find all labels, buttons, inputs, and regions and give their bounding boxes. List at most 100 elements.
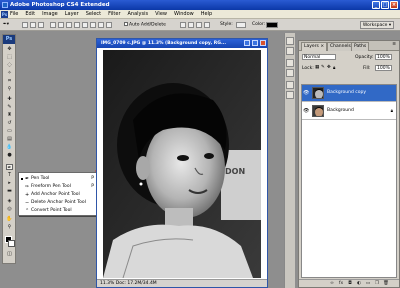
move-tool-icon[interactable]: ✥ — [6, 46, 13, 52]
layer-style-icon[interactable]: fx — [338, 281, 344, 286]
paths-icon[interactable] — [30, 22, 36, 28]
lock-transparent-icon[interactable]: ▦ — [315, 65, 319, 70]
brush-tool-icon[interactable]: ✎ — [6, 104, 13, 110]
opacity-value: 100% — [375, 54, 392, 60]
3d-rotate-tool-icon[interactable]: ◈ — [6, 198, 13, 204]
close-button[interactable]: × — [390, 1, 398, 9]
dodge-tool-icon[interactable]: ● — [6, 152, 13, 158]
maximize-button[interactable]: □ — [381, 1, 389, 9]
auto-add-delete-checkbox[interactable]: Auto Add/Delete — [124, 22, 166, 28]
lasso-tool-icon[interactable]: ◌ — [6, 62, 13, 68]
menu-file[interactable]: File — [10, 11, 18, 17]
polygon-icon[interactable] — [90, 22, 96, 28]
opacity-input[interactable]: 100% — [375, 54, 392, 60]
menu-window[interactable]: Window — [174, 11, 194, 17]
pen-tool-icon[interactable]: ✒ — [6, 164, 13, 171]
tab-layers[interactable]: Layers × — [301, 42, 328, 51]
photo-canvas[interactable]: DON — [103, 50, 261, 278]
menu-view[interactable]: View — [155, 11, 167, 17]
visibility-eye-icon[interactable]: 👁︎ — [303, 108, 309, 114]
color-label: Color: — [252, 22, 266, 27]
custom-shape-icon[interactable] — [106, 22, 112, 28]
freeform-pen-icon[interactable] — [58, 22, 64, 28]
hand-tool-icon[interactable]: ✋ — [6, 216, 13, 222]
minimize-button[interactable]: _ — [372, 1, 380, 9]
menu-item-delete-anchor-point-tool[interactable]: − Delete Anchor Point Tool — [19, 199, 97, 207]
layer-row-background-copy[interactable]: 👁︎ Background copy — [302, 85, 396, 102]
gradient-tool-icon[interactable]: ▤ — [6, 136, 13, 142]
color-swatch[interactable] — [266, 22, 278, 28]
quick-mask-icon[interactable]: ◫ — [6, 251, 13, 257]
lock-all-icon[interactable]: 🔒︎ — [333, 65, 335, 71]
doc-maximize-button[interactable] — [252, 40, 258, 46]
layer-row-background[interactable]: 👁︎ Background 🔒︎ — [302, 103, 396, 120]
exclude-icon[interactable] — [204, 22, 210, 28]
histogram-panel-icon[interactable] — [286, 47, 294, 55]
eyedropper-tool-icon[interactable]: ⚲ — [6, 86, 13, 92]
healing-brush-tool-icon[interactable]: ✚ — [6, 96, 13, 102]
menu-layer[interactable]: Layer — [65, 11, 79, 17]
adjustment-layer-icon[interactable]: ◐ — [356, 281, 362, 286]
ellipse-icon[interactable] — [82, 22, 88, 28]
shape-tool-icon[interactable]: ▬ — [6, 188, 13, 194]
new-layer-icon[interactable]: ❐ — [374, 281, 380, 286]
navigator-panel-icon[interactable] — [286, 37, 294, 45]
delete-layer-icon[interactable]: 🗑︎ — [383, 281, 389, 286]
clone-stamp-tool-icon[interactable]: ♜ — [6, 112, 13, 118]
doc-minimize-button[interactable] — [244, 40, 250, 46]
rectangle-icon[interactable] — [66, 22, 72, 28]
adjustments-panel-icon[interactable] — [286, 81, 294, 89]
fill-pixels-icon[interactable] — [38, 22, 44, 28]
3d-orbit-tool-icon[interactable]: ◎ — [6, 206, 13, 212]
tab-channels[interactable]: Channels — [327, 42, 354, 51]
line-icon[interactable] — [98, 22, 104, 28]
link-layers-icon[interactable]: ∞ — [329, 281, 335, 286]
color-panel-icon[interactable] — [286, 59, 294, 67]
path-selection-tool-icon[interactable]: ▸ — [6, 180, 13, 186]
ps-menu-logo: Ps — [1, 11, 8, 18]
rounded-rectangle-icon[interactable] — [74, 22, 80, 28]
menu-item-convert-point-tool[interactable]: ⌃ Convert Point Tool — [19, 207, 97, 215]
fill-input[interactable]: 100% — [375, 65, 392, 71]
combine-icon[interactable] — [180, 22, 186, 28]
subtract-icon[interactable] — [188, 22, 194, 28]
menu-image[interactable]: Image — [42, 11, 58, 17]
shape-layers-icon[interactable] — [22, 22, 28, 28]
background-color-swatch[interactable] — [8, 240, 15, 247]
new-group-icon[interactable]: ▭ — [365, 281, 371, 286]
menu-edit[interactable]: Edit — [25, 11, 35, 17]
quick-select-tool-icon[interactable]: ✧ — [6, 70, 13, 76]
lock-icon: 🔒︎ — [390, 109, 393, 114]
blur-tool-icon[interactable]: 💧 — [6, 144, 13, 150]
pen-tool-preset-icon[interactable]: ✒▾ — [3, 22, 9, 27]
menu-item-freeform-pen-tool[interactable]: ✑ Freeform Pen Tool P — [19, 183, 97, 191]
pen-icon[interactable] — [50, 22, 56, 28]
eraser-tool-icon[interactable]: ▭ — [6, 128, 13, 134]
crop-tool-icon[interactable]: ⌗ — [6, 78, 13, 84]
tab-paths[interactable]: Paths — [351, 42, 370, 51]
blend-mode-select[interactable]: Normal — [302, 54, 336, 60]
menu-filter[interactable]: Filter — [108, 11, 120, 17]
intersect-icon[interactable] — [196, 22, 202, 28]
menu-analysis[interactable]: Analysis — [128, 11, 149, 17]
workspace-switcher[interactable]: Workspace ▾ — [360, 21, 394, 29]
style-picker[interactable] — [236, 22, 246, 28]
menu-select[interactable]: Select — [86, 11, 101, 17]
swatches-panel-icon[interactable] — [286, 69, 294, 77]
lock-position-icon[interactable]: ✥ — [327, 65, 331, 70]
panel-menu-icon[interactable]: ≡ — [392, 42, 396, 47]
lock-image-icon[interactable]: ✎ — [321, 65, 325, 70]
add-anchor-icon: + — [25, 192, 30, 198]
masks-panel-icon[interactable] — [286, 91, 294, 99]
type-tool-icon[interactable]: T — [6, 172, 13, 178]
menu-item-add-anchor-point-tool[interactable]: + Add Anchor Point Tool — [19, 191, 97, 199]
menu-item-pen-tool[interactable]: ✒ Pen Tool P — [19, 175, 97, 183]
add-mask-icon[interactable]: ◘ — [347, 281, 353, 286]
zoom-tool-icon[interactable]: ⚲ — [6, 224, 13, 230]
document-title-bar[interactable]: IMG_0709 c.JPG @ 11.3% (Background copy,… — [97, 39, 267, 48]
visibility-eye-icon[interactable]: 👁︎ — [303, 90, 309, 96]
marquee-tool-icon[interactable]: ⬚ — [6, 54, 13, 60]
doc-close-button[interactable] — [260, 40, 266, 46]
history-brush-tool-icon[interactable]: ↺ — [6, 120, 13, 126]
menu-help[interactable]: Help — [201, 11, 212, 17]
